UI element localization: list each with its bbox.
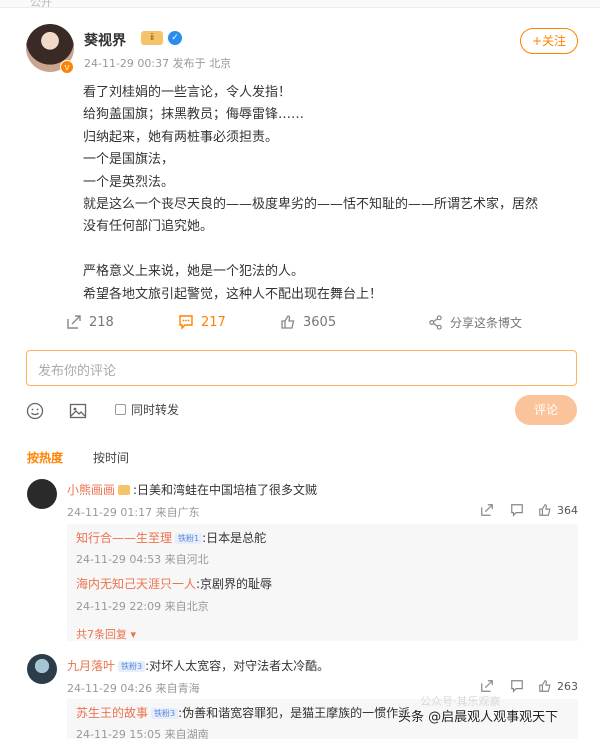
fan-level-badge: 铁粉3 (118, 661, 146, 672)
tab-by-time[interactable]: 按时间 (93, 449, 129, 466)
reply-content: :京剧界的耻辱 (196, 577, 273, 591)
repost-button[interactable]: 218 (66, 312, 114, 332)
crown-icon (118, 485, 131, 495)
comment-text: 小熊画画 :日美和湾蛙在中国培植了很多文贼 (67, 481, 317, 498)
image-icon (69, 403, 87, 419)
like-button[interactable]: 3605 (280, 312, 336, 332)
commenter-avatar[interactable] (27, 479, 57, 509)
comment-actions: 364 (480, 503, 578, 517)
post-line (83, 239, 579, 261)
commenter-avatar[interactable] (27, 654, 57, 684)
watermark: 头条 @启晨观人观事观天下 (398, 710, 559, 725)
post-meta: 24-11-29 00:37 发布于 北京 (84, 57, 232, 70)
reply-content: :日本是总舵 (202, 531, 267, 545)
post-line: 看了刘桂娟的一些言论，令人发指！ (83, 85, 292, 100)
comment-content: :对坏人太宽容，对守法者太冷酷。 (145, 659, 330, 673)
emoji-button[interactable] (26, 402, 44, 424)
reply-content: :伪善和谐宽容罪犯，是猫王摩族的一惯作派 (178, 706, 411, 720)
comment-icon[interactable] (510, 679, 524, 693)
repost-icon[interactable] (480, 679, 494, 693)
thumbs-up-icon[interactable] (538, 679, 552, 693)
comment-content: :日美和湾蛙在中国培植了很多文贼 (133, 483, 318, 497)
post-line: 严格意义上来说，她是一个犯法的人。 (83, 264, 305, 280)
verified-badge: v (60, 60, 74, 74)
comment-count: 217 (201, 314, 226, 330)
thumbs-up-icon (281, 315, 295, 329)
like-count: 3605 (303, 314, 337, 330)
reply-meta: 24-11-29 22:09 来自北京 (76, 600, 209, 613)
share-button[interactable]: 分享这条博文 (428, 312, 522, 332)
forward-label: 同时转发 (131, 403, 180, 417)
comment-meta: 24-11-29 01:17 来自广东 (67, 506, 200, 519)
share-icon (429, 314, 442, 330)
post-line: 没有任何部门追究她。 (83, 219, 214, 235)
repost-icon (67, 315, 81, 329)
reply-text: 海内无知己天涯只一人:京剧界的耻辱 (76, 575, 272, 592)
commenter-name[interactable]: 九月落叶 (67, 659, 115, 673)
follow-button[interactable]: +关注 (520, 28, 578, 54)
comment-icon (179, 315, 193, 330)
comment-text: 九月落叶 铁粉3:对坏人太宽容，对守法者太冷酷。 (67, 657, 329, 674)
vip-crown-icon: ⅱ (141, 31, 163, 45)
top-label: 公开 (30, 0, 52, 9)
top-strip: 公开 (0, 0, 600, 9)
comment-like-count: 364 (557, 503, 578, 517)
comment-icon[interactable] (510, 503, 524, 517)
emoji-icon (26, 402, 44, 420)
post-line: 一个是国旗法， (83, 152, 175, 168)
comment-button[interactable]: 217 (178, 312, 226, 332)
comment-like-count: 263 (557, 679, 578, 693)
checkbox-box[interactable] (115, 404, 126, 415)
blue-verified-icon: ✓ (168, 31, 182, 45)
replier-name[interactable]: 海内无知己天涯只一人 (76, 577, 196, 591)
more-replies-link[interactable]: 共7条回复 ▾ (76, 626, 136, 642)
submit-comment-button[interactable]: 评论 (515, 395, 577, 425)
reply-text: 苏生王的故事 铁粉3:伪善和谐宽容罪犯，是猫王摩族的一惯作派 (76, 704, 410, 721)
fan-level-badge: 铁粉1 (175, 533, 203, 544)
commenter-name[interactable]: 小熊画画 (67, 483, 115, 497)
post-line: 归纳起来，她有两桩事必须担责。 (83, 129, 279, 145)
replier-name[interactable]: 苏生王的故事 (76, 706, 148, 720)
comment-meta: 24-11-29 04:26 来自青海 (67, 682, 200, 695)
replier-name[interactable]: 知行合——生至理 (76, 531, 172, 545)
forward-checkbox[interactable]: 同时转发 (115, 401, 179, 418)
share-label: 分享这条博文 (450, 315, 523, 330)
fan-level-badge: 铁粉3 (151, 708, 179, 719)
tab-by-hot[interactable]: 按热度 (27, 449, 63, 466)
image-button[interactable] (69, 402, 87, 424)
repost-icon[interactable] (480, 503, 494, 517)
post-line: 就是这么一个丧尽天良的——极度卑劣的——恬不知耻的——所谓艺术家，居然 (83, 197, 539, 213)
reply-meta: 24-11-29 15:05 来自湖南 (76, 728, 209, 739)
post-line: 一个是英烈法。 (83, 174, 175, 190)
post-body: 看了刘桂娟的一些言论，令人发指！ 给狗盖国旗；抹黑教员；侮辱雷锋…… 归纳起来，… (83, 82, 579, 306)
comment-actions: 263 (480, 679, 578, 693)
more-replies-label: 共7条回复 (76, 628, 127, 641)
repost-count: 218 (89, 314, 114, 330)
post-line: 给狗盖国旗；抹黑教员；侮辱雷锋…… (83, 107, 305, 123)
thumbs-up-icon[interactable] (538, 503, 552, 517)
post-line: 希望各地文旅引起警觉，这种人不配出现在舞台上！ (83, 286, 383, 302)
reply-meta: 24-11-29 04:53 来自河北 (76, 553, 209, 566)
author-name[interactable]: 葵视界 (84, 30, 126, 50)
reply-text: 知行合——生至理 铁粉1:日本是总舵 (76, 529, 266, 546)
comment-input[interactable]: 发布你的评论 (26, 350, 577, 386)
